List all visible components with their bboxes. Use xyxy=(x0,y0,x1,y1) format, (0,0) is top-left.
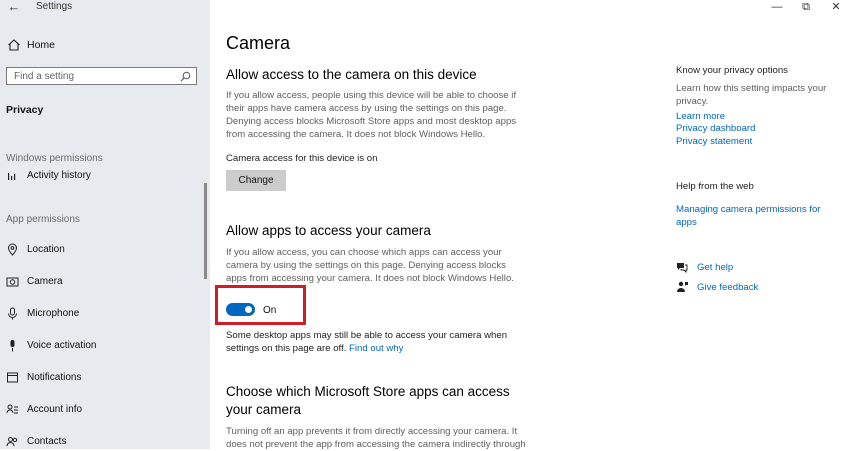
managing-camera-permissions-link[interactable]: Managing camera permissions for apps xyxy=(676,204,831,229)
device-access-status: Camera access for this device is on xyxy=(226,153,378,164)
change-button[interactable]: Change xyxy=(226,170,286,191)
desktop-apps-note: Some desktop apps may still be able to a… xyxy=(226,329,526,355)
location-icon xyxy=(7,243,18,256)
sidebar-item-voice-activation[interactable]: Voice activation xyxy=(0,335,210,357)
microphone-icon xyxy=(8,307,17,320)
toggle-knob xyxy=(245,306,252,313)
privacy-options-text: Learn how this setting impacts your priv… xyxy=(676,83,827,107)
minimize-button[interactable]: — xyxy=(768,0,786,16)
close-button[interactable]: ✕ xyxy=(827,0,845,16)
sidebar-item-label: Notifications xyxy=(27,372,82,383)
voice-activation-icon xyxy=(10,340,15,352)
app-title: Settings xyxy=(36,1,73,12)
sidebar-item-contacts[interactable]: Contacts xyxy=(0,431,210,449)
device-access-description: If you allow access, people using this d… xyxy=(226,90,517,140)
sidebar-item-camera[interactable]: Camera xyxy=(0,271,210,293)
search-placeholder: Find a setting xyxy=(14,71,75,82)
section-heading-privacy: Privacy xyxy=(6,104,44,116)
page-title: Camera xyxy=(226,33,291,53)
sidebar-item-label: Activity history xyxy=(27,170,91,181)
sidebar-item-account-info[interactable]: Account info xyxy=(0,399,210,421)
group-label-windows-permissions: Windows permissions xyxy=(6,153,103,164)
apps-access-toggle[interactable] xyxy=(226,303,255,316)
learn-more-link[interactable]: Learn more xyxy=(676,111,725,124)
help-from-web-heading: Help from the web xyxy=(676,181,754,192)
restore-button[interactable]: ⧉ xyxy=(797,0,815,16)
privacy-dashboard-link[interactable]: Privacy dashboard xyxy=(676,123,755,136)
sidebar-item-label: Home xyxy=(27,39,56,51)
notifications-icon xyxy=(7,372,18,383)
sidebar-item-label: Voice activation xyxy=(27,340,97,351)
get-help-icon xyxy=(677,263,688,273)
privacy-statement-link[interactable]: Privacy statement xyxy=(676,136,752,149)
store-apps-heading: Choose which Microsoft Store apps can ac… xyxy=(226,384,510,417)
sidebar-item-label: Account info xyxy=(27,404,83,415)
apps-access-heading: Allow apps to access your camera xyxy=(226,223,431,238)
sidebar-item-activity-history[interactable]: Activity history xyxy=(0,165,210,187)
sidebar-item-notifications[interactable]: Notifications xyxy=(0,367,210,389)
sidebar: ← Settings Home Find a setting Privacy W… xyxy=(0,0,210,449)
sidebar-item-label: Microphone xyxy=(27,308,80,319)
contacts-icon xyxy=(6,437,18,447)
sidebar-item-label: Location xyxy=(27,244,65,255)
search-icon[interactable] xyxy=(180,71,191,82)
sidebar-item-microphone[interactable]: Microphone xyxy=(0,303,210,325)
sidebar-scrollbar[interactable] xyxy=(204,183,207,279)
store-apps-description: Turning off an app prevents it from dire… xyxy=(226,426,526,450)
toggle-state-label: On xyxy=(263,305,277,316)
give-feedback-label: Give feedback xyxy=(697,282,759,293)
main-content: — ⧉ ✕ Camera Allow access to the camera … xyxy=(210,0,850,450)
give-feedback-icon xyxy=(677,281,688,292)
get-help-label: Get help xyxy=(697,262,734,273)
account-info-icon xyxy=(6,404,18,414)
sidebar-item-home[interactable]: Home xyxy=(0,35,210,55)
home-icon xyxy=(8,39,20,51)
back-button[interactable]: ← xyxy=(4,0,24,16)
find-out-why-link[interactable]: Find out why xyxy=(349,343,403,354)
sidebar-item-label: Contacts xyxy=(27,436,67,447)
sidebar-item-location[interactable]: Location xyxy=(0,239,210,261)
group-label-app-permissions: App permissions xyxy=(6,214,80,225)
apps-access-description: If you allow access, you can choose whic… xyxy=(226,247,514,284)
privacy-options-heading: Know your privacy options xyxy=(676,65,788,76)
camera-icon xyxy=(6,277,19,287)
sidebar-item-label: Camera xyxy=(27,276,63,287)
device-access-heading: Allow access to the camera on this devic… xyxy=(226,67,477,82)
activity-history-icon xyxy=(8,173,16,180)
search-input[interactable]: Find a setting xyxy=(6,67,197,85)
